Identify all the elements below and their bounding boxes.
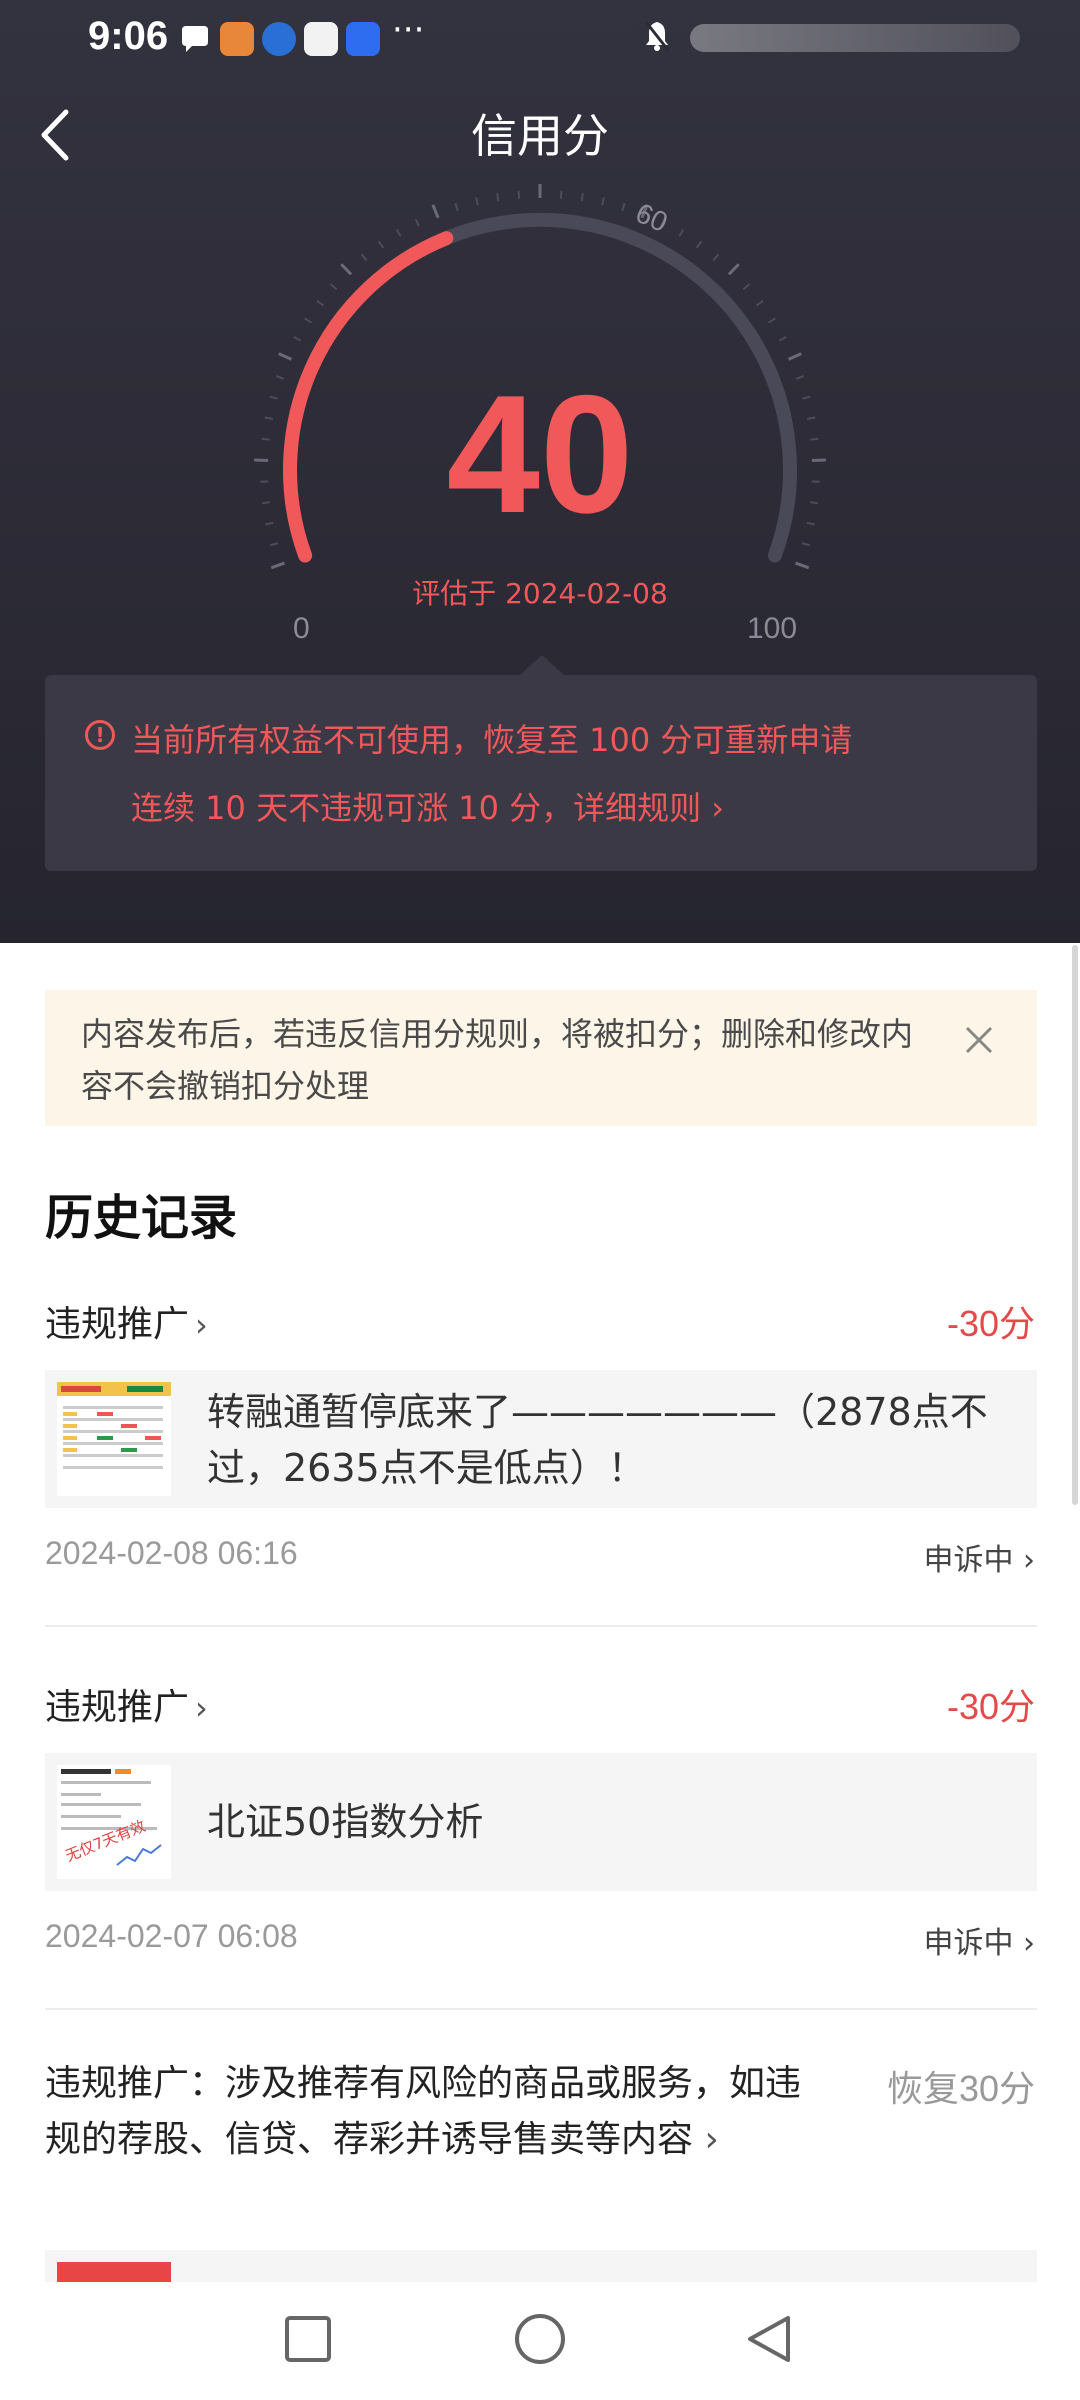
gauge-tick — [496, 193, 500, 202]
gauge-tick — [340, 263, 353, 276]
gauge-tick — [787, 352, 802, 361]
record-2-score: -30分 — [946, 1686, 1035, 1727]
gauge-tick — [778, 335, 787, 342]
appeal-status-label: 申诉中 — [923, 1543, 1014, 1578]
gauge-tick — [414, 218, 420, 227]
chevron-right-icon: › — [1013, 1543, 1035, 1578]
chevron-right-icon: › — [1013, 1926, 1035, 1961]
gauge-tick — [316, 299, 324, 307]
close-tip-button[interactable] — [959, 1020, 999, 1060]
record-type-label: 违规推广 — [45, 1687, 190, 1728]
status-bar: 9:06 ··· — [0, 0, 1080, 80]
gauge-tick — [559, 190, 563, 199]
gauge-tick — [360, 253, 368, 262]
gauge-label-max: 100 — [747, 612, 798, 645]
gauge-tick — [304, 317, 312, 324]
gauge-tick — [293, 335, 302, 342]
record-type-label: 违规推广：涉及推荐有风险的商品或服务，如违规的荐股、信贷、荐彩并诱导售卖等内容 — [45, 2063, 802, 2160]
gauge-tick — [601, 197, 605, 206]
record-type-label: 违规推广 — [45, 1304, 190, 1345]
gauge-label-min: 0 — [293, 612, 310, 645]
gauge-tick — [756, 299, 764, 307]
gauge-tick — [795, 561, 810, 570]
gauge-tick — [395, 228, 402, 237]
chevron-right-icon: › — [195, 1306, 208, 1344]
record-1-content-card[interactable]: 转融通暂停底来了———————（2878点不过，2635点不是低点）！ — [45, 1370, 1037, 1508]
notice-pointer — [520, 655, 564, 675]
gauge-tick — [278, 352, 293, 361]
record-1-thumbnail — [57, 1382, 171, 1496]
message-icon — [178, 22, 212, 56]
close-icon — [965, 1026, 993, 1054]
record-2-appeal-status[interactable]: 申诉中 › — [923, 1918, 1035, 1962]
history-title: 历史记录 — [45, 1190, 238, 1246]
back-nav-button[interactable] — [748, 2316, 790, 2362]
appeal-status-label: 申诉中 — [923, 1926, 1014, 1961]
gauge-tick — [712, 253, 720, 262]
swirl-notification-icon — [304, 22, 338, 56]
gauge-tick — [727, 263, 740, 276]
recent-apps-button[interactable] — [285, 2316, 331, 2362]
record-1-type[interactable]: 违规推广 › — [45, 1295, 208, 1347]
scrollbar[interactable] — [1072, 945, 1078, 1505]
divider — [45, 2008, 1037, 2010]
gauge-tick — [621, 202, 626, 212]
notice-line-1: 当前所有权益不可使用，恢复至 100 分可重新申请 — [131, 721, 853, 759]
status-time: 9:06 — [88, 14, 169, 58]
record-2-type[interactable]: 违规推广 › — [45, 1678, 208, 1730]
mute-bell-icon — [644, 20, 670, 60]
browser-notification-icon — [262, 22, 296, 56]
record-1-score: -30分 — [946, 1303, 1035, 1344]
gauge-tick — [768, 317, 776, 324]
gauge-tick — [580, 193, 584, 202]
credit-score-value: 40 — [446, 360, 634, 548]
record-1-content-title: 转融通暂停底来了———————（2878点不过，2635点不是低点）！ — [207, 1390, 988, 1490]
gauge-tick — [678, 228, 685, 237]
gauge-tick — [695, 240, 703, 249]
rights-notice: ! 当前所有权益不可使用，恢复至 100 分可重新申请 连续 10 天不违规可涨… — [45, 675, 1037, 871]
gauge-tick — [270, 561, 285, 570]
gauge-tick — [454, 202, 459, 212]
gauge-tick — [801, 542, 810, 547]
record-2-content-card[interactable]: 无仅7天有效 北证50指数分析 — [45, 1753, 1037, 1891]
record-1-appeal-status[interactable]: 申诉中 › — [923, 1535, 1035, 1579]
gauge-tick — [329, 283, 338, 291]
gauge-tick — [517, 190, 521, 199]
detailed-rules-link[interactable]: 连续 10 天不违规可涨 10 分，详细规则 › — [131, 783, 724, 829]
record-3-type[interactable]: 违规推广：涉及推荐有风险的商品或服务，如违规的荐股、信贷、荐彩并诱导售卖等内容 … — [45, 2056, 835, 2168]
divider — [45, 1625, 1037, 1627]
app-notification-icon — [220, 22, 254, 56]
gauge-tick — [742, 283, 751, 291]
tip-text: 内容发布后，若违反信用分规则，将被扣分；删除和修改内容不会撤销扣分处理 — [81, 1015, 914, 1105]
warning-circle-icon: ! — [85, 720, 115, 750]
evaluated-date: 评估于 2024-02-08 — [412, 577, 668, 610]
system-navigation-bar — [0, 2282, 1080, 2400]
chevron-right-icon: › — [195, 1689, 208, 1727]
more-notifications-icon: ··· — [392, 10, 425, 50]
gauge-tick — [475, 197, 479, 206]
record-2-date: 2024-02-07 06:08 — [45, 1918, 298, 1954]
record-1-date: 2024-02-08 06:16 — [45, 1535, 298, 1571]
bulb-notification-icon — [346, 22, 380, 56]
chevron-right-icon: › — [693, 2119, 719, 2160]
record-2-content-title: 北证50指数分析 — [207, 1800, 484, 1844]
tip-banner: 内容发布后，若违反信用分规则，将被扣分；删除和修改内容不会撤销扣分处理 — [45, 990, 1037, 1126]
home-button[interactable] — [515, 2314, 565, 2364]
gauge-tick — [431, 204, 440, 219]
gauge-tick — [270, 542, 279, 547]
record-2-thumbnail: 无仅7天有效 — [57, 1765, 171, 1879]
status-icons-blurred — [690, 24, 1020, 52]
record-3-score: 恢复30分 — [886, 2068, 1035, 2109]
record-2-thumbnail-stamp: 无仅7天有效 — [63, 1817, 148, 1865]
gauge-tick — [377, 240, 385, 249]
